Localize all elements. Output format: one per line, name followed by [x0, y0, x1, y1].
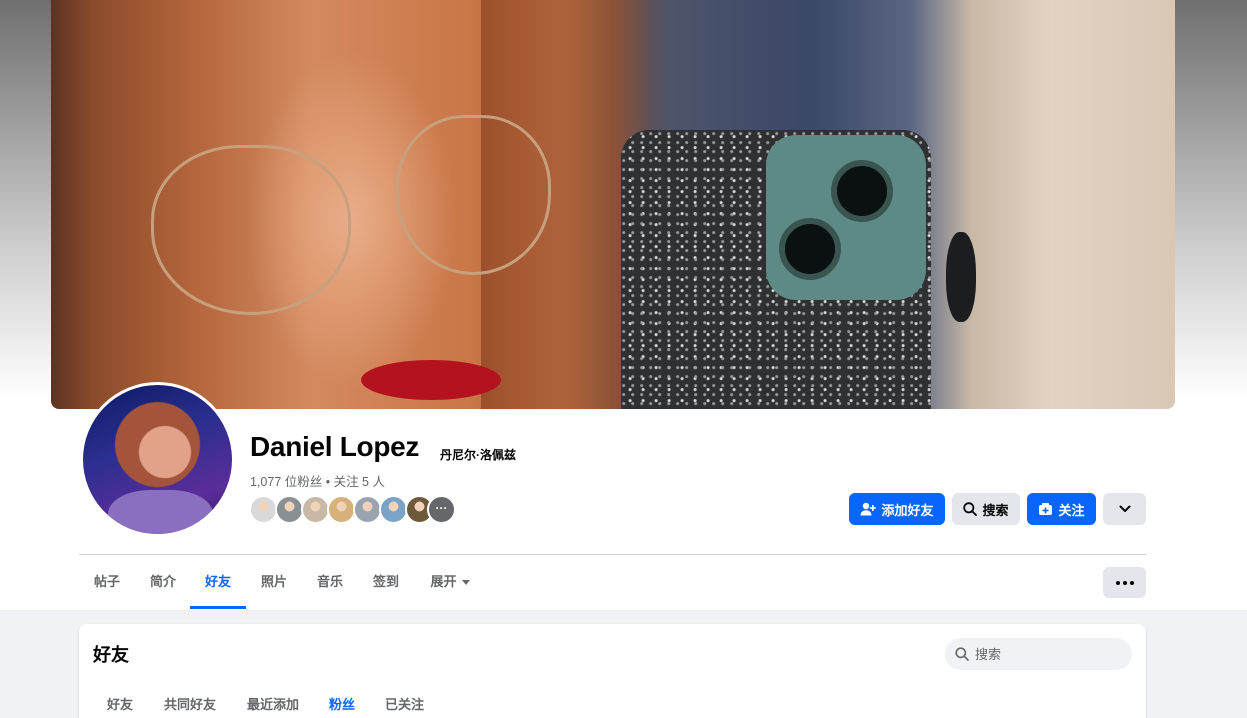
- tab-music[interactable]: 音乐: [302, 562, 358, 609]
- header-divider: [79, 554, 1146, 555]
- profile-alternate-name: 丹尼尔·洛佩兹: [440, 448, 516, 462]
- follow-icon: [1039, 503, 1053, 515]
- profile-avatar[interactable]: [80, 382, 235, 537]
- subtab-recently-added[interactable]: 最近添加: [247, 694, 299, 713]
- tab-about[interactable]: 简介: [135, 562, 191, 609]
- subtab-following[interactable]: 已关注: [385, 694, 424, 713]
- caret-down-icon: [461, 580, 470, 586]
- more-options-button[interactable]: [1103, 567, 1146, 598]
- search-icon: [955, 647, 969, 661]
- subtab-followers[interactable]: 粉丝: [329, 694, 355, 713]
- friends-search-input[interactable]: [975, 646, 1125, 662]
- search-label: 搜索: [982, 502, 1009, 518]
- follow-button[interactable]: 关注: [1027, 493, 1096, 525]
- friends-card-title: 好友: [93, 645, 129, 665]
- ellipsis-icon: [1115, 580, 1120, 585]
- add-friend-label: 添加好友: [881, 502, 934, 518]
- friends-search[interactable]: [945, 638, 1132, 670]
- search-button[interactable]: 搜索: [952, 493, 1020, 525]
- cover-photo[interactable]: [51, 0, 1175, 409]
- follow-label: 关注: [1058, 502, 1085, 518]
- friend-avatar[interactable]: [249, 495, 278, 524]
- chevron-down-icon: [1119, 505, 1130, 512]
- tab-photos[interactable]: 照片: [246, 562, 302, 609]
- tab-posts[interactable]: 帖子: [79, 562, 135, 609]
- more-friends-icon[interactable]: ···: [427, 495, 456, 524]
- profile-stats[interactable]: 1,077 位粉丝 • 关注 5 人: [250, 471, 385, 490]
- friends-card: 好友 好友 共同好友 最近添加 粉丝 已关注: [79, 624, 1146, 718]
- subtab-all-friends[interactable]: 好友: [107, 694, 133, 713]
- subtab-mutual-friends[interactable]: 共同好友: [164, 694, 216, 713]
- friend-avatar[interactable]: [301, 495, 330, 524]
- add-friend-button[interactable]: 添加好友: [849, 493, 945, 525]
- friend-avatar[interactable]: [379, 495, 408, 524]
- tab-more[interactable]: 展开: [414, 562, 486, 609]
- search-icon: [963, 502, 978, 516]
- dropdown-button[interactable]: [1103, 493, 1146, 525]
- add-person-icon: [860, 502, 877, 516]
- friend-avatar[interactable]: [327, 495, 356, 524]
- profile-name: Daniel Lopez: [250, 431, 420, 462]
- friend-avatar[interactable]: [353, 495, 382, 524]
- tab-checkins[interactable]: 签到: [358, 562, 414, 609]
- tab-friends[interactable]: 好友: [190, 562, 246, 609]
- friend-avatar[interactable]: [275, 495, 304, 524]
